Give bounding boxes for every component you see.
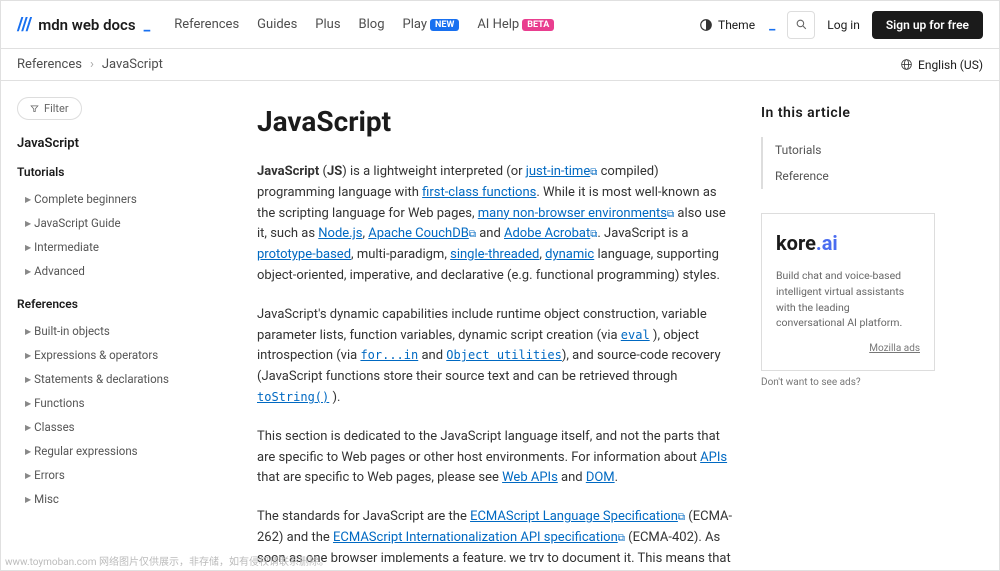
breadcrumb-javascript[interactable]: JavaScript bbox=[102, 57, 163, 72]
footer-caption: www.toymoban.com 网络图片仅供展示，非存储，如有侵权请联系删除。 bbox=[5, 553, 329, 568]
nav-blog[interactable]: Blog bbox=[359, 17, 385, 32]
logo-text: mdn web docs bbox=[38, 16, 135, 34]
sidebar: Filter JavaScript Tutorials ▶Complete be… bbox=[1, 81, 221, 562]
right-column: In this article Tutorials Reference kore… bbox=[761, 81, 951, 562]
subheader: References › JavaScript English (US) bbox=[1, 49, 999, 81]
link-dynamic[interactable]: dynamic bbox=[545, 247, 594, 262]
top-nav: References Guides Plus Blog PlayNEW AI H… bbox=[174, 17, 554, 32]
code-forin[interactable]: for...in bbox=[360, 348, 418, 362]
filter-icon bbox=[30, 104, 39, 113]
logo-mark: /// bbox=[17, 14, 32, 35]
header-right: Theme _ Log in Sign up for free bbox=[699, 11, 983, 39]
link-nodejs[interactable]: Node.js bbox=[318, 226, 362, 241]
nav-aihelp[interactable]: AI HelpBETA bbox=[477, 17, 554, 32]
nav-references[interactable]: References bbox=[174, 17, 239, 32]
sidebar-title: JavaScript bbox=[17, 136, 209, 151]
intro-paragraph: JavaScript (JS) is a lightweight interpr… bbox=[257, 162, 733, 287]
chevron-right-icon: ▶ bbox=[25, 327, 31, 336]
ad-text: Build chat and voice-based intelligent v… bbox=[776, 268, 920, 331]
sidebar-item[interactable]: ▶JavaScript Guide bbox=[17, 211, 209, 235]
globe-icon bbox=[900, 58, 913, 71]
theme-icon bbox=[699, 18, 713, 32]
sidebar-group-references: References ▶Built-in objects ▶Expression… bbox=[17, 297, 209, 511]
sidebar-group-tutorials: Tutorials ▶Complete beginners ▶JavaScrip… bbox=[17, 165, 209, 283]
chevron-right-icon: ▶ bbox=[25, 243, 31, 252]
section-paragraph: This section is dedicated to the JavaScr… bbox=[257, 427, 733, 489]
login-link[interactable]: Log in bbox=[827, 18, 860, 32]
chevron-right-icon: ▶ bbox=[25, 471, 31, 480]
toc-title: In this article bbox=[761, 105, 935, 121]
link-ecma-intl[interactable]: ECMAScript Internationalization API spec… bbox=[333, 530, 618, 545]
chevron-right-icon: ▶ bbox=[25, 351, 31, 360]
link-ecma-lang[interactable]: ECMAScript Language Specification bbox=[470, 509, 678, 524]
sidebar-item[interactable]: ▶Regular expressions bbox=[17, 439, 209, 463]
code-tostring[interactable]: toString() bbox=[257, 390, 329, 404]
nav-plus[interactable]: Plus bbox=[315, 17, 340, 32]
chevron-right-icon: ▶ bbox=[25, 495, 31, 504]
main-header: /// mdn web docs _ References Guides Plu… bbox=[1, 1, 999, 49]
badge-new: NEW bbox=[430, 19, 459, 31]
chevron-right-icon: ▶ bbox=[25, 375, 31, 384]
toc-item-reference[interactable]: Reference bbox=[761, 163, 935, 189]
sidebar-group-title: Tutorials bbox=[17, 165, 209, 179]
code-object-utilities[interactable]: Object utilities bbox=[446, 348, 562, 362]
chevron-right-icon: ▶ bbox=[25, 399, 31, 408]
language-select[interactable]: English (US) bbox=[900, 58, 983, 72]
code-eval[interactable]: eval bbox=[621, 328, 650, 342]
sidebar-item[interactable]: ▶Statements & declarations bbox=[17, 367, 209, 391]
logo-underscore: _ bbox=[144, 16, 151, 34]
nav-guides[interactable]: Guides bbox=[257, 17, 297, 32]
breadcrumb-separator: › bbox=[90, 57, 94, 72]
nav-play[interactable]: PlayNEW bbox=[403, 17, 460, 32]
toc-item-tutorials[interactable]: Tutorials bbox=[761, 137, 935, 163]
sidebar-item[interactable]: ▶Functions bbox=[17, 391, 209, 415]
main-layout: Filter JavaScript Tutorials ▶Complete be… bbox=[1, 81, 999, 562]
ad-dismiss[interactable]: Don't want to see ads? bbox=[761, 377, 935, 388]
sidebar-item[interactable]: ▶Advanced bbox=[17, 259, 209, 283]
sidebar-item[interactable]: ▶Expressions & operators bbox=[17, 343, 209, 367]
theme-button[interactable]: Theme bbox=[699, 18, 755, 32]
sidebar-item[interactable]: ▶Complete beginners bbox=[17, 187, 209, 211]
chevron-right-icon: ▶ bbox=[25, 195, 31, 204]
search-button[interactable] bbox=[787, 11, 815, 39]
link-jit[interactable]: just-in-time bbox=[526, 164, 590, 179]
link-prototype[interactable]: prototype-based bbox=[257, 247, 351, 262]
link-webapis[interactable]: Web APIs bbox=[502, 470, 558, 485]
link-first-class[interactable]: first-class functions bbox=[422, 185, 536, 200]
external-icon: ⧉ bbox=[469, 229, 476, 240]
chevron-right-icon: ▶ bbox=[25, 267, 31, 276]
link-singlethread[interactable]: single-threaded bbox=[450, 247, 539, 262]
external-icon: ⧉ bbox=[618, 533, 625, 544]
external-icon: ⧉ bbox=[678, 512, 685, 523]
chevron-right-icon: ▶ bbox=[25, 447, 31, 456]
link-couchdb[interactable]: Apache CouchDB bbox=[368, 226, 469, 241]
link-nonbrowser[interactable]: many non-browser environments bbox=[478, 206, 667, 221]
ad-link[interactable]: Mozilla ads bbox=[776, 341, 920, 356]
sidebar-item[interactable]: ▶Errors bbox=[17, 463, 209, 487]
mdn-logo[interactable]: /// mdn web docs _ bbox=[17, 14, 150, 35]
breadcrumb-references[interactable]: References bbox=[17, 57, 82, 72]
sidebar-group-title: References bbox=[17, 297, 209, 311]
ad-box[interactable]: kore.ai Build chat and voice-based intel… bbox=[761, 213, 935, 371]
capabilities-paragraph: JavaScript's dynamic capabilities includ… bbox=[257, 305, 733, 409]
filter-button[interactable]: Filter bbox=[17, 97, 82, 120]
ad-logo: kore.ai bbox=[776, 228, 920, 258]
link-dom[interactable]: DOM bbox=[586, 470, 615, 485]
sidebar-item[interactable]: ▶Built-in objects bbox=[17, 319, 209, 343]
search-icon bbox=[795, 18, 808, 31]
page-title: JavaScript bbox=[257, 105, 733, 138]
divider-underscore: _ bbox=[769, 17, 775, 33]
breadcrumb: References › JavaScript bbox=[17, 57, 163, 72]
chevron-right-icon: ▶ bbox=[25, 423, 31, 432]
badge-beta: BETA bbox=[522, 19, 554, 31]
chevron-right-icon: ▶ bbox=[25, 219, 31, 228]
link-apis[interactable]: APIs bbox=[700, 450, 727, 465]
link-acrobat[interactable]: Adobe Acrobat bbox=[504, 226, 590, 241]
sidebar-item[interactable]: ▶Classes bbox=[17, 415, 209, 439]
sidebar-item[interactable]: ▶Misc bbox=[17, 487, 209, 511]
signup-button[interactable]: Sign up for free bbox=[872, 11, 983, 39]
article-content: JavaScript JavaScript (JS) is a lightwei… bbox=[221, 81, 761, 562]
sidebar-item[interactable]: ▶Intermediate bbox=[17, 235, 209, 259]
